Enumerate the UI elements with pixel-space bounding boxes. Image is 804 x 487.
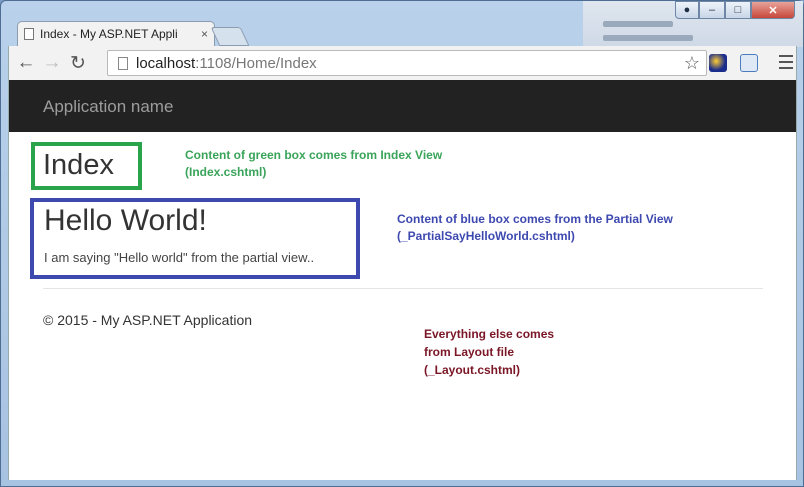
- navbar: Application name: [9, 80, 796, 132]
- tab-close-icon[interactable]: ×: [201, 27, 208, 41]
- annotation-line: (_Layout.cshtml): [424, 363, 521, 377]
- tab-title: Index - My ASP.NET Appli: [40, 27, 178, 41]
- footer-divider: [43, 288, 763, 289]
- page-viewport: Application name Index Content of green …: [8, 80, 797, 480]
- brand-link[interactable]: Application name: [43, 97, 173, 117]
- maximize-button[interactable]: □: [725, 1, 751, 19]
- annotation-line: Everything else comes: [424, 327, 555, 341]
- browser-toolbar: ← → ↻ localhost:1108/Home/Index ☆: [8, 46, 797, 80]
- cast-icon[interactable]: [740, 54, 758, 72]
- window-controls: ● – □ ✕: [675, 1, 795, 19]
- annotation-line: Content of green box comes from Index Vi…: [185, 148, 443, 162]
- url-path: :1108/Home/Index: [195, 54, 317, 72]
- hello-heading: Hello World!: [44, 204, 207, 237]
- blue-annotation: Content of blue box comes from the Parti…: [397, 211, 673, 245]
- forward-button[interactable]: →: [39, 52, 65, 74]
- address-bar[interactable]: localhost:1108/Home/Index ☆: [107, 50, 707, 76]
- reload-button[interactable]: ↻: [65, 52, 91, 75]
- footer-text: © 2015 - My ASP.NET Application: [43, 312, 253, 328]
- minimize-button[interactable]: –: [699, 1, 725, 19]
- page-icon: [24, 28, 34, 40]
- extension-icon[interactable]: [709, 54, 727, 72]
- browser-tab[interactable]: Index - My ASP.NET Appli ×: [17, 21, 215, 46]
- close-window-button[interactable]: ✕: [751, 1, 795, 19]
- browser-window: ● – □ ✕ Index - My ASP.NET Appli × ← → ↻…: [0, 0, 804, 487]
- annotation-line: (Index.cshtml): [185, 165, 267, 179]
- hello-text: I am saying "Hello world" from the parti…: [44, 250, 315, 265]
- menu-icon[interactable]: [779, 55, 793, 73]
- document-icon: [118, 56, 128, 70]
- annotation-line: Content of blue box comes from the Parti…: [397, 212, 673, 226]
- user-icon[interactable]: ●: [675, 1, 699, 19]
- new-tab-button[interactable]: [210, 27, 250, 46]
- page-title: Index: [43, 149, 114, 181]
- annotation-line: from Layout file: [424, 345, 515, 359]
- back-button[interactable]: ←: [13, 52, 39, 74]
- url-host: localhost: [136, 54, 196, 72]
- bookmark-star-icon[interactable]: ☆: [684, 53, 700, 74]
- red-annotation: Everything else comes from Layout file (…: [424, 325, 554, 379]
- green-annotation: Content of green box comes from Index Vi…: [185, 147, 442, 181]
- annotation-line: (_PartialSayHelloWorld.cshtml): [397, 229, 575, 243]
